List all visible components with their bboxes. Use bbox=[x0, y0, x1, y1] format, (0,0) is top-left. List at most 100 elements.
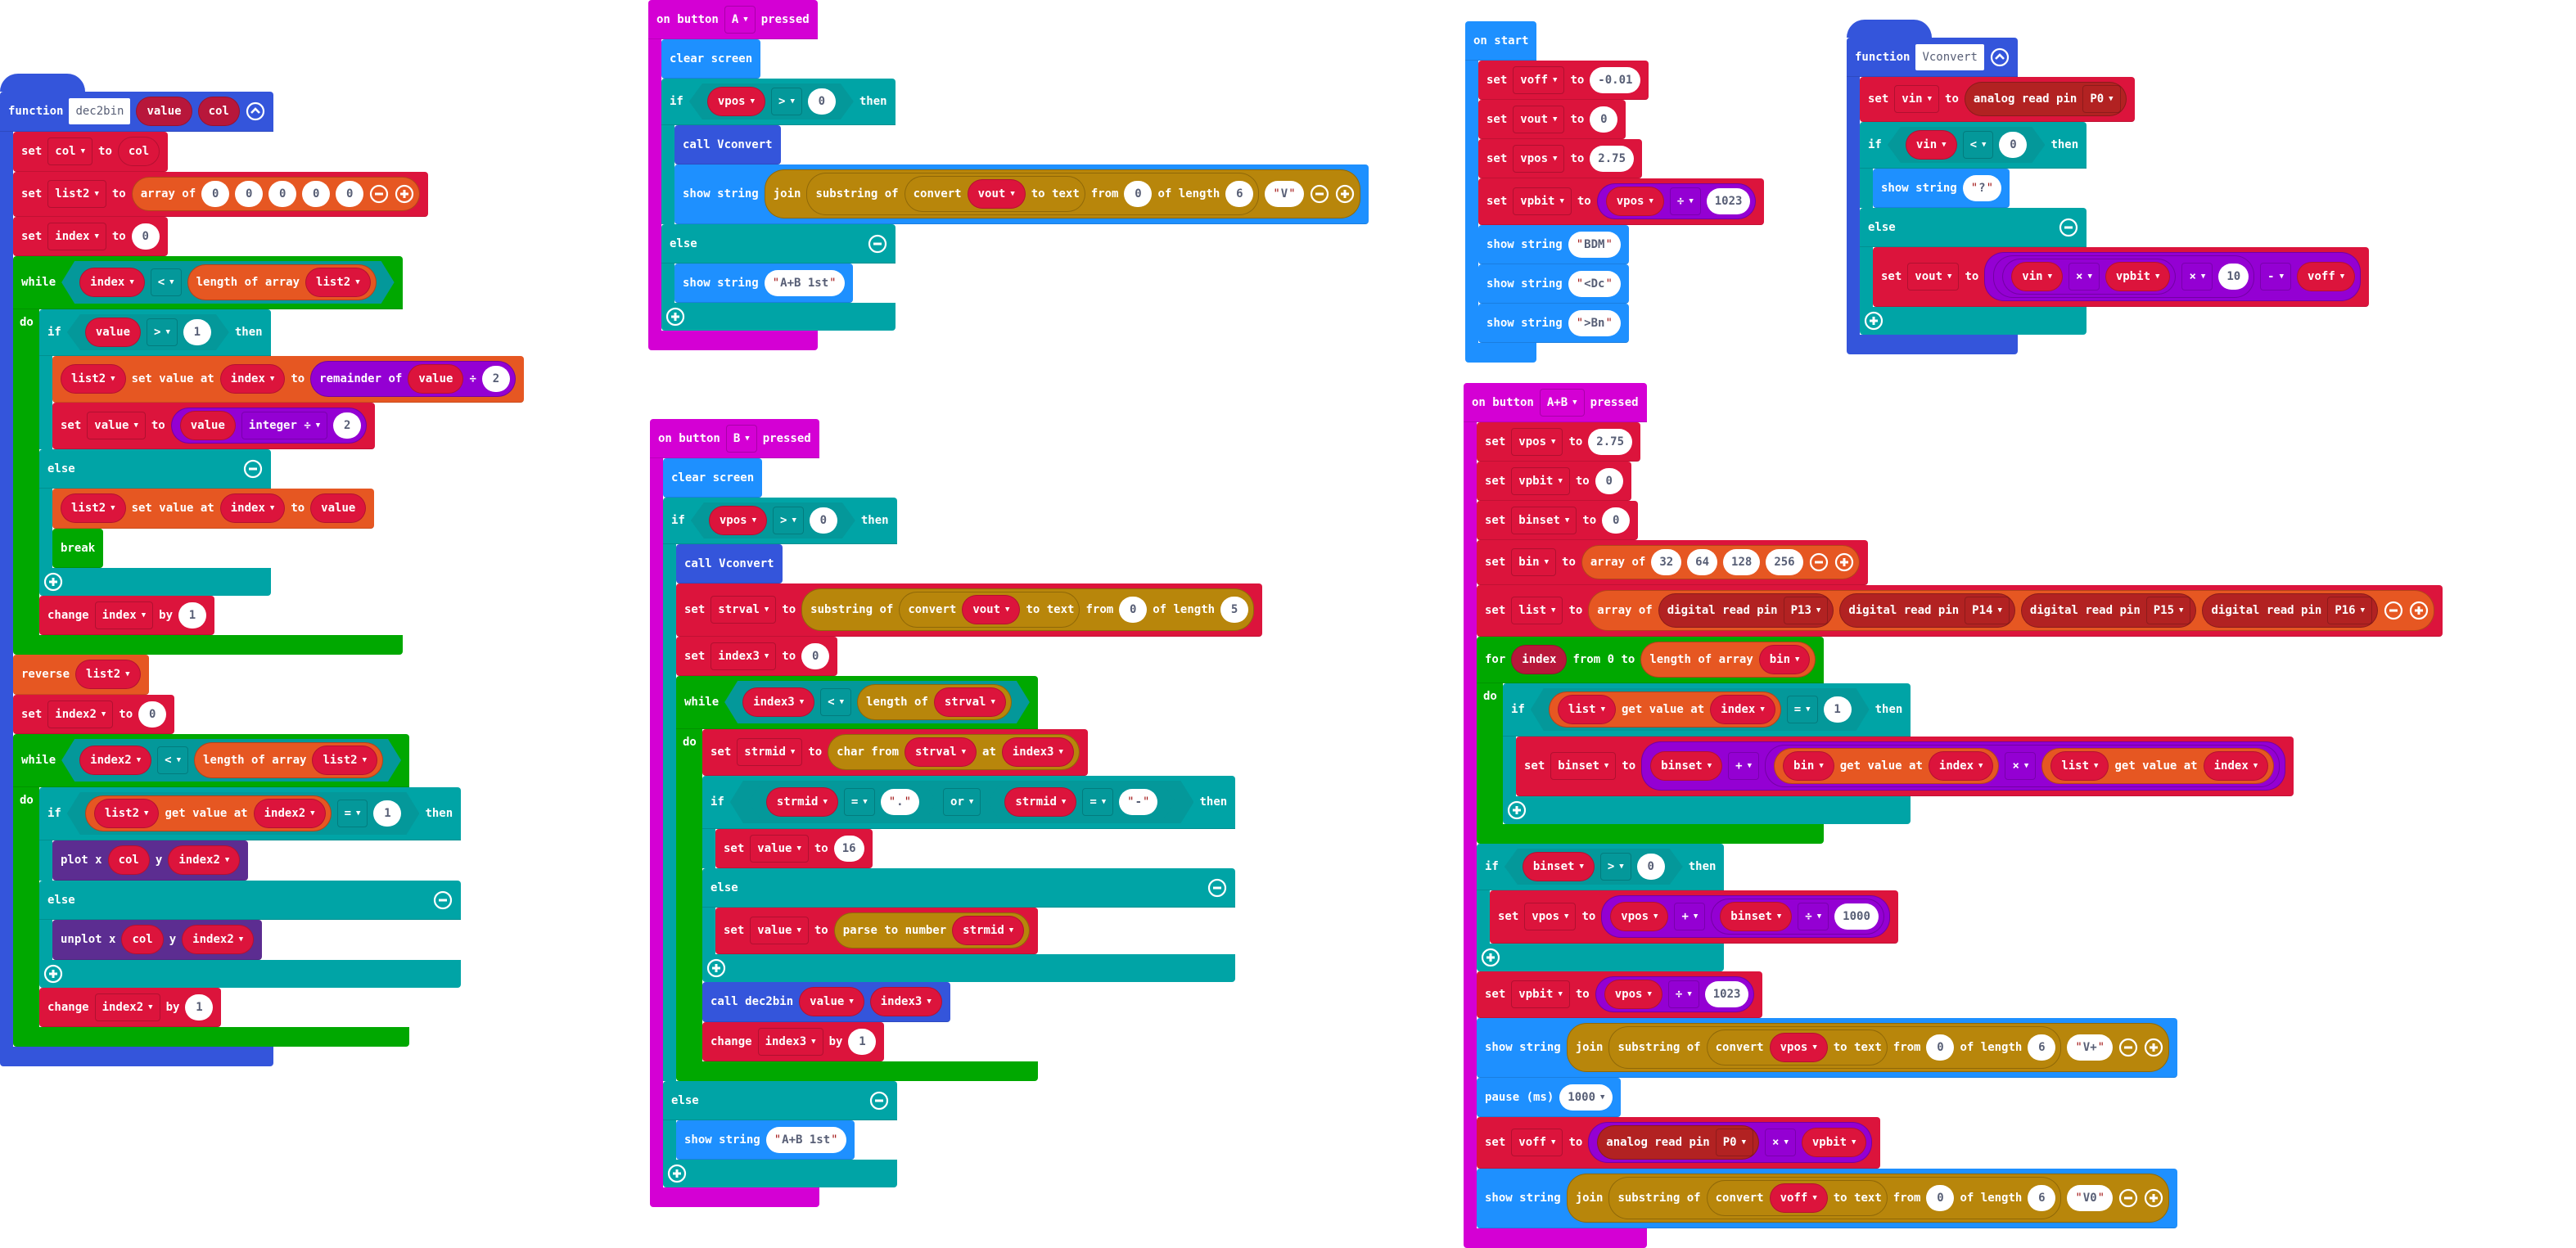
string-input[interactable]: "? " bbox=[1962, 174, 2002, 201]
boolean-block[interactable]: strmid ▼ = ▼ ". " or ▼ strmid ▼ = ▼ " - " bbox=[730, 781, 1194, 823]
statement-block[interactable]: show string "? " bbox=[1873, 169, 2010, 208]
operator-dropdown[interactable]: integer ÷ ▼ bbox=[241, 412, 328, 439]
variable-dropdown[interactable]: P13 ▼ bbox=[1783, 597, 1829, 624]
variable-reporter[interactable]: vpos ▼ bbox=[707, 87, 765, 116]
operator-dropdown[interactable]: > ▼ bbox=[1600, 853, 1631, 881]
boolean-block[interactable]: value > ▼ 1 bbox=[67, 314, 229, 350]
number-input[interactable]: 0 bbox=[1602, 507, 1631, 534]
number-input[interactable]: 0 bbox=[1119, 597, 1148, 623]
reporter-block[interactable]: convert vout ▼ to text bbox=[899, 592, 1080, 628]
block-header[interactable]: else bbox=[39, 449, 271, 489]
number-input[interactable]: 1023 bbox=[1704, 981, 1749, 1007]
statement-block[interactable]: set index3 ▼ to 0 bbox=[676, 637, 838, 676]
variable-reporter[interactable]: strval ▼ bbox=[934, 687, 1006, 717]
variable-reporter[interactable]: vpos ▼ bbox=[1605, 187, 1664, 216]
reporter-block[interactable]: digital read pin P16 ▼ bbox=[2202, 593, 2379, 628]
number-input[interactable]: 1 bbox=[178, 601, 207, 629]
on-start-stack[interactable]: on start set voff ▼ to -0.01 set vout ▼ to 0 set vpo… bbox=[1465, 21, 1765, 363]
block-header[interactable]: if vpos ▼ > ▼ 0 then bbox=[661, 79, 896, 125]
number-input[interactable]: 0 bbox=[808, 88, 836, 115]
block-header[interactable]: else bbox=[702, 868, 1236, 908]
minus-icon[interactable] bbox=[868, 234, 887, 254]
variable-dropdown[interactable]: B ▼ bbox=[725, 424, 757, 453]
minus-icon[interactable] bbox=[1207, 878, 1227, 898]
reporter-block[interactable]: array of 0 0 0 0 0 bbox=[131, 177, 421, 211]
plus-icon[interactable] bbox=[1481, 948, 1500, 967]
statement-block[interactable]: set value ▼ to value integer ÷ ▼ 2 bbox=[52, 403, 376, 449]
statement-block[interactable]: set col ▼ to col bbox=[13, 132, 169, 172]
block-header[interactable]: on button A+B ▼ pressed bbox=[1464, 383, 1647, 422]
statement-block[interactable]: set vout ▼ to 0 bbox=[1478, 100, 1626, 139]
variable-reporter[interactable]: binset ▼ bbox=[1720, 902, 1793, 931]
reporter-block[interactable]: parse to number strmid ▼ bbox=[833, 912, 1031, 948]
statement-block[interactable]: set value ▼ to 16 bbox=[715, 829, 873, 868]
c-block[interactable]: if vin ▼ < ▼ 0 then show string "? " else set vout ▼ t… bbox=[1860, 122, 2370, 335]
variable-reporter[interactable]: index3 ▼ bbox=[742, 687, 814, 717]
variable-reporter[interactable]: binset ▼ bbox=[1523, 852, 1595, 881]
operator-dropdown[interactable]: + ▼ bbox=[1674, 903, 1706, 930]
reporter-block[interactable]: vpos ▼ ÷ ▼ 1023 bbox=[1595, 976, 1755, 1012]
reporter-block[interactable]: remainder of value ÷ 2 bbox=[310, 361, 516, 397]
block-header[interactable]: else bbox=[661, 224, 896, 264]
statement-block[interactable]: show string join substring of convert voff ▼ t… bbox=[1477, 1169, 2178, 1228]
reporter-block[interactable]: join substring of convert voff ▼ to text from 0… bbox=[1566, 1174, 2170, 1223]
plus-icon[interactable] bbox=[2409, 601, 2429, 620]
variable-reporter[interactable]: list ▼ bbox=[1558, 695, 1616, 724]
string-input[interactable]: ". " bbox=[881, 789, 919, 815]
variable-reporter[interactable]: list2 ▼ bbox=[94, 799, 160, 828]
number-input[interactable]: 0 bbox=[302, 181, 331, 207]
reporter-block[interactable]: list ▼ get value at index ▼ bbox=[1549, 692, 1781, 728]
number-input[interactable]: 0 bbox=[1999, 132, 2027, 158]
statement-block[interactable]: set voff ▼ to analog read pin P0 ▼ × ▼ vpbit ▼ bbox=[1477, 1117, 1881, 1169]
statement-block[interactable]: unplot x col y index2 ▼ bbox=[52, 920, 263, 960]
block-header[interactable]: on button B ▼ pressed bbox=[650, 419, 819, 458]
minus-icon[interactable] bbox=[2118, 1188, 2138, 1208]
number-input[interactable]: 0 bbox=[1926, 1185, 1955, 1211]
variable-reporter[interactable]: value ▼ bbox=[799, 987, 864, 1016]
operator-dropdown[interactable]: or ▼ bbox=[943, 788, 981, 816]
minus-icon[interactable] bbox=[2384, 601, 2403, 620]
number-input[interactable]: 0 bbox=[268, 181, 297, 207]
statement-block[interactable]: clear screen bbox=[661, 39, 761, 79]
variable-dropdown[interactable]: P0 ▼ bbox=[1715, 1129, 1754, 1156]
variable-dropdown[interactable]: index2 ▼ bbox=[47, 700, 114, 728]
statement-block[interactable]: call dec2bin value ▼ index3 ▼ bbox=[702, 982, 950, 1022]
variable-dropdown[interactable]: value ▼ bbox=[750, 917, 809, 944]
variable-dropdown[interactable]: vpbit ▼ bbox=[1511, 466, 1570, 495]
variable-reporter[interactable]: vpos ▼ bbox=[1604, 980, 1662, 1009]
variable-reporter[interactable]: col bbox=[107, 845, 150, 875]
block-header[interactable]: if vin ▼ < ▼ 0 then bbox=[1860, 122, 2087, 169]
reporter-block[interactable]: vpos ▼ + ▼ binset ▼ ÷ ▼ 1000 bbox=[1601, 895, 1890, 938]
variable-reporter[interactable]: index2 ▼ bbox=[182, 925, 255, 954]
operator-dropdown[interactable]: = ▼ bbox=[1082, 788, 1113, 816]
operator-dropdown[interactable]: = ▼ bbox=[844, 788, 875, 816]
reporter-block[interactable]: analog read pin P0 ▼ × ▼ vpbit ▼ bbox=[1588, 1122, 1873, 1163]
reporter-block[interactable]: convert vpos ▼ to text bbox=[1706, 1029, 1888, 1066]
statement-block[interactable]: show string join substring of convert vout ▼ t… bbox=[674, 164, 1369, 224]
boolean-block[interactable]: list2 ▼ get value at index2 ▼ = ▼ 1 bbox=[67, 792, 420, 835]
c-block[interactable]: while index2 ▼ < ▼ length of array list2 ▼ do if l… bbox=[13, 734, 462, 1047]
number-input[interactable]: 5 bbox=[1220, 597, 1249, 623]
variable-reporter[interactable]: index3 ▼ bbox=[869, 987, 942, 1016]
number-input[interactable]: 1000 bbox=[1834, 903, 1879, 930]
block-header[interactable]: else bbox=[1860, 208, 2087, 247]
variable-reporter[interactable]: vpos ▼ bbox=[709, 506, 767, 535]
variable-reporter[interactable]: value bbox=[136, 97, 192, 126]
boolean-block[interactable]: vpos ▼ > ▼ 0 bbox=[691, 502, 855, 538]
reporter-block[interactable]: substring of convert vout ▼ to text from 0 of l… bbox=[806, 173, 1260, 215]
statement-block[interactable]: set vin ▼ to analog read pin P0 ▼ bbox=[1860, 77, 2135, 122]
variable-dropdown[interactable]: P15 ▼ bbox=[2145, 597, 2191, 624]
variable-dropdown[interactable]: index2 ▼ bbox=[94, 993, 160, 1021]
number-input[interactable]: 128 bbox=[1723, 549, 1761, 575]
statement-block[interactable]: set bin ▼ to array of 32 64 128 256 bbox=[1477, 540, 1868, 585]
boolean-block[interactable]: index2 ▼ < ▼ length of array list2 ▼ bbox=[61, 739, 401, 782]
on-button-a-stack[interactable]: on button A ▼ pressed clear screen if vpos ▼ > ▼ 0… bbox=[648, 0, 1369, 350]
variable-reporter[interactable]: vpbit ▼ bbox=[2105, 262, 2171, 291]
collapse-icon[interactable] bbox=[246, 101, 265, 121]
variable-dropdown[interactable]: vpbit ▼ bbox=[1513, 187, 1572, 215]
statement-block[interactable]: pause (ms) 1000 ▼ bbox=[1477, 1078, 1622, 1117]
reporter-block[interactable]: vin ▼ × ▼ vpbit ▼ × ▼ 10- ▼ voff ▼ bbox=[1984, 252, 2362, 301]
function-dec2bin-stack[interactable]: function dec2bin value col set col ▼ to col set li… bbox=[0, 74, 524, 1066]
minus-icon[interactable] bbox=[243, 459, 263, 479]
statement-block[interactable]: show string " <Dc " bbox=[1478, 264, 1629, 304]
